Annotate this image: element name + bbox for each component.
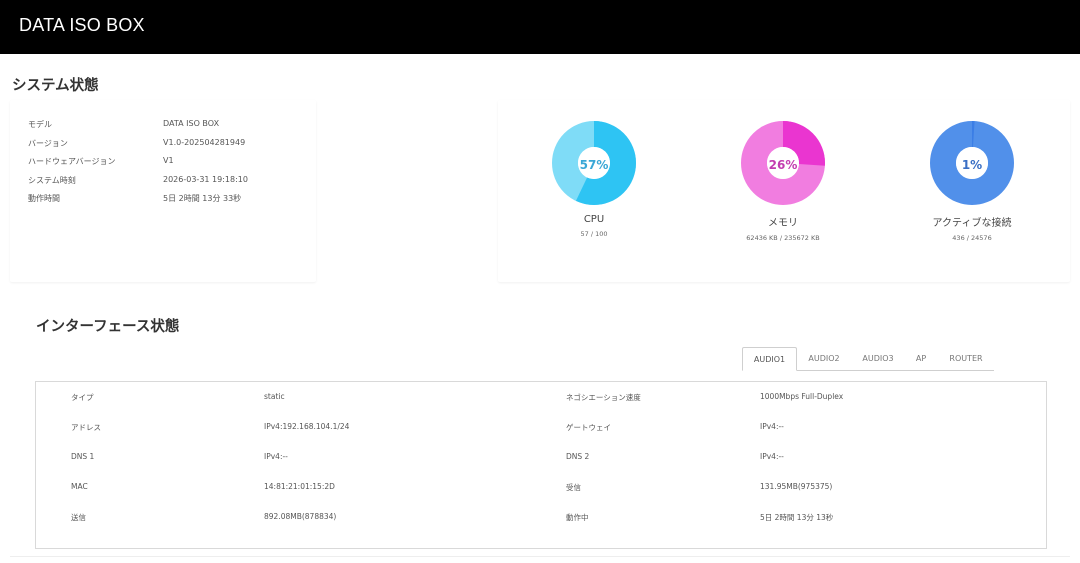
iface-label-dns1: DNS 1 bbox=[71, 452, 95, 461]
memory-detail: 62436 KB / 235672 KB bbox=[746, 234, 820, 242]
tab-ap[interactable]: AP bbox=[908, 347, 934, 371]
iface-label-address: アドレス bbox=[71, 423, 101, 432]
info-value: DATA ISO BOX bbox=[163, 119, 220, 128]
iface-value-type: static bbox=[264, 392, 285, 401]
tab-audio1[interactable]: AUDIO1 bbox=[742, 347, 797, 371]
info-label: ハードウェアバージョン bbox=[28, 157, 116, 166]
app-title: DATA ISO BOX bbox=[19, 15, 145, 35]
memory-label: メモリ bbox=[768, 218, 798, 229]
cpu-label: CPU bbox=[583, 214, 605, 225]
memory-gauge: 26% メモリ 62436 KB / 235672 KB bbox=[713, 118, 853, 242]
iface-value-negotiation: 1000Mbps Full-Duplex bbox=[760, 392, 844, 401]
iface-label-running: 動作中 bbox=[566, 513, 589, 522]
bottom-divider bbox=[10, 556, 1070, 557]
tab-audio2[interactable]: AUDIO2 bbox=[800, 347, 848, 371]
info-label: モデル bbox=[28, 120, 52, 129]
interface-tabs: AUDIO1 AUDIO2 AUDIO3 AP ROUTER bbox=[742, 347, 994, 371]
iface-label-type: タイプ bbox=[71, 393, 94, 402]
memory-percent: 26% bbox=[768, 158, 798, 172]
info-label: システム時刻 bbox=[28, 176, 76, 185]
iface-value-dns1: IPv4:-- bbox=[264, 452, 288, 461]
iface-label-received: 受信 bbox=[566, 483, 581, 492]
interface-status-title: インターフェース状態 bbox=[36, 319, 180, 335]
connections-label: アクティブな接続 bbox=[932, 218, 1012, 229]
iface-label-gateway: ゲートウェイ bbox=[566, 423, 611, 432]
tab-router[interactable]: ROUTER bbox=[942, 347, 990, 371]
info-value: V1 bbox=[163, 156, 174, 165]
iface-label-dns2: DNS 2 bbox=[566, 452, 590, 461]
iface-label-sent: 送信 bbox=[71, 513, 86, 522]
cpu-detail: 57 / 100 bbox=[580, 230, 608, 238]
info-label: 動作時間 bbox=[28, 194, 60, 203]
info-value: V1.0-202504281949 bbox=[163, 138, 246, 147]
iface-value-received: 131.95MB(975375) bbox=[760, 482, 833, 491]
iface-value-sent: 892.08MB(878834) bbox=[264, 512, 337, 521]
iface-label-mac: MAC bbox=[71, 482, 88, 491]
iface-label-negotiation: ネゴシエーション速度 bbox=[566, 393, 641, 402]
system-status-title: システム状態 bbox=[12, 78, 99, 94]
connections-percent: 1% bbox=[961, 158, 983, 172]
info-label: バージョン bbox=[28, 139, 68, 148]
connections-gauge: 1% アクティブな接続 436 / 24576 bbox=[902, 118, 1042, 242]
iface-value-running: 5日 2時間 13分 13秒 bbox=[760, 513, 834, 522]
info-value: 5日 2時間 13分 33秒 bbox=[163, 194, 242, 203]
info-value: 2026-03-31 19:18:10 bbox=[163, 175, 248, 184]
interface-details-panel: タイプ static ネゴシエーション速度 1000Mbps Full-Dupl… bbox=[35, 381, 1047, 549]
cpu-percent: 57% bbox=[579, 158, 609, 172]
iface-value-address: IPv4:192.168.104.1/24 bbox=[264, 422, 350, 431]
iface-value-dns2: IPv4:-- bbox=[760, 452, 784, 461]
top-bar: DATA ISO BOX bbox=[0, 0, 1080, 54]
tab-audio3[interactable]: AUDIO3 bbox=[854, 347, 902, 371]
iface-value-mac: 14:81:21:01:15:2D bbox=[264, 482, 335, 491]
connections-detail: 436 / 24576 bbox=[952, 234, 992, 242]
cpu-gauge: 57% CPU 57 / 100 bbox=[524, 118, 664, 238]
iface-value-gateway: IPv4:-- bbox=[760, 422, 784, 431]
